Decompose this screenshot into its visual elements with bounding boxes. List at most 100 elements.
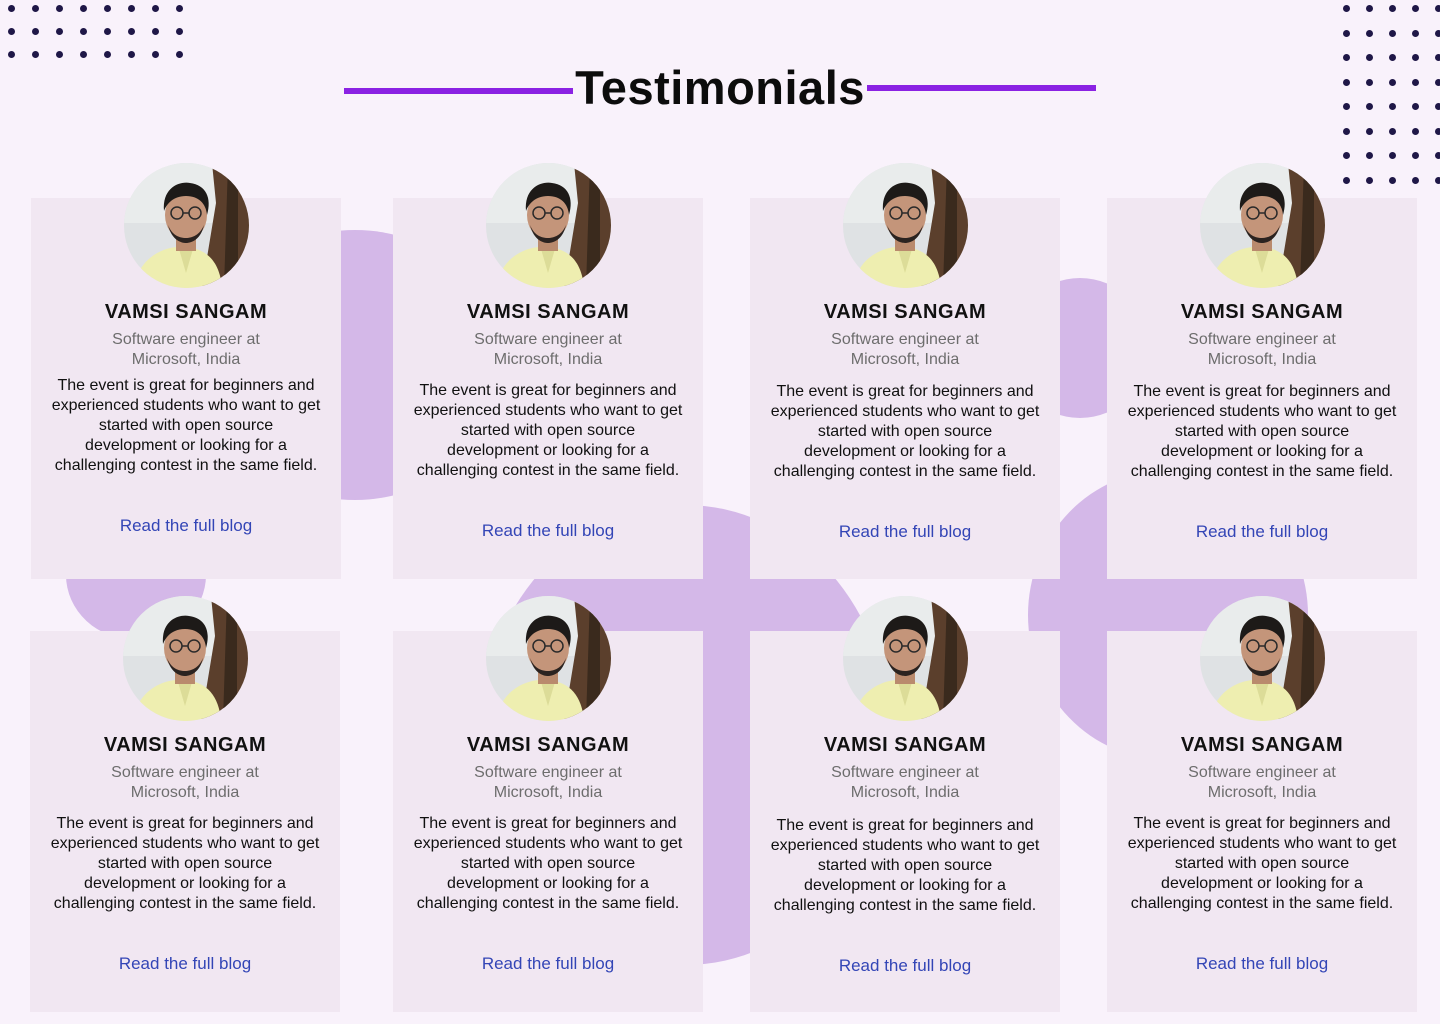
dot	[1366, 127, 1373, 135]
testimonial-card: VAMSI SANGAM Software engineer at Micros…	[393, 163, 703, 579]
dot	[152, 51, 159, 58]
avatar	[123, 596, 248, 721]
dot	[128, 5, 135, 12]
dot	[1412, 127, 1419, 135]
dot	[1435, 127, 1440, 135]
dot	[1343, 152, 1350, 159]
read-blog-link[interactable]: Read the full blog	[393, 521, 703, 541]
person-name: VAMSI SANGAM	[103, 734, 267, 756]
dot	[80, 51, 87, 58]
read-blog-link[interactable]: Read the full blog	[31, 516, 341, 536]
dot	[1389, 176, 1396, 184]
person-name: VAMSI SANGAM	[1180, 301, 1344, 323]
read-blog-link[interactable]: Read the full blog	[393, 954, 703, 974]
dot	[32, 51, 39, 58]
dot	[56, 28, 63, 35]
avatar	[486, 163, 611, 288]
dot	[1412, 5, 1419, 12]
read-blog-link[interactable]: Read the full blog	[750, 522, 1060, 542]
avatar	[843, 596, 968, 721]
testimonial-quote: The event is great for beginners and exp…	[51, 377, 321, 474]
dot	[1366, 29, 1373, 37]
person-role: Software engineer at Microsoft, India	[831, 331, 979, 368]
dot	[32, 28, 39, 35]
read-blog-link[interactable]: Read the full blog	[1107, 954, 1417, 974]
dot	[56, 5, 63, 12]
dot-pattern-top-left	[8, 5, 183, 58]
person-role: Software engineer at Microsoft, India	[111, 764, 259, 801]
dot	[1343, 176, 1350, 184]
dot	[176, 28, 183, 35]
dot	[8, 28, 15, 35]
title-rule-right	[867, 85, 1096, 91]
testimonial-quote: The event is great for beginners and exp…	[413, 382, 683, 479]
dot	[128, 51, 135, 58]
person-role: Software engineer at Microsoft, India	[474, 764, 622, 801]
avatar	[124, 163, 249, 288]
dot	[8, 51, 15, 58]
testimonial-quote: The event is great for beginners and exp…	[1127, 815, 1397, 912]
person-name: VAMSI SANGAM	[466, 301, 630, 323]
avatar	[1200, 596, 1325, 721]
dot	[104, 28, 111, 35]
person-name: VAMSI SANGAM	[823, 301, 987, 323]
testimonial-quote: The event is great for beginners and exp…	[50, 815, 320, 912]
person-role: Software engineer at Microsoft, India	[831, 764, 979, 801]
person-role: Software engineer at Microsoft, India	[474, 331, 622, 368]
dot	[1366, 176, 1373, 184]
dot	[128, 28, 135, 35]
dot	[1389, 29, 1396, 37]
testimonial-quote: The event is great for beginners and exp…	[770, 383, 1040, 480]
testimonial-quote: The event is great for beginners and exp…	[770, 817, 1040, 914]
dot	[176, 5, 183, 12]
avatar	[486, 596, 611, 721]
dot	[1412, 176, 1419, 184]
dot	[1366, 5, 1373, 12]
dot	[104, 5, 111, 12]
testimonial-card: VAMSI SANGAM Software engineer at Micros…	[31, 163, 341, 579]
testimonial-card: VAMSI SANGAM Software engineer at Micros…	[750, 596, 1060, 1012]
read-blog-link[interactable]: Read the full blog	[30, 954, 340, 974]
testimonial-card: VAMSI SANGAM Software engineer at Micros…	[393, 596, 703, 1012]
dot	[8, 5, 15, 12]
dot	[1366, 152, 1373, 159]
avatar	[1200, 163, 1325, 288]
testimonial-card: VAMSI SANGAM Software engineer at Micros…	[30, 596, 340, 1012]
dot	[32, 5, 39, 12]
person-name: VAMSI SANGAM	[466, 734, 630, 756]
page-title: Testimonials	[575, 61, 865, 114]
dot	[1343, 5, 1350, 12]
avatar	[843, 163, 968, 288]
person-name: VAMSI SANGAM	[1180, 734, 1344, 756]
dot	[1343, 127, 1350, 135]
person-role: Software engineer at Microsoft, India	[1188, 764, 1336, 801]
person-role: Software engineer at Microsoft, India	[112, 331, 260, 368]
dot	[176, 51, 183, 58]
dot	[1389, 152, 1396, 159]
dot	[104, 51, 111, 58]
testimonial-card: VAMSI SANGAM Software engineer at Micros…	[1107, 596, 1417, 1012]
dot	[80, 28, 87, 35]
dot	[1435, 5, 1440, 12]
dot	[80, 5, 87, 12]
testimonial-card: VAMSI SANGAM Software engineer at Micros…	[750, 163, 1060, 579]
dot	[1389, 127, 1396, 135]
section-header: Testimonials	[0, 58, 1440, 118]
testimonial-card: VAMSI SANGAM Software engineer at Micros…	[1107, 163, 1417, 579]
person-role: Software engineer at Microsoft, India	[1188, 331, 1336, 368]
read-blog-link[interactable]: Read the full blog	[750, 956, 1060, 976]
dot	[152, 5, 159, 12]
dot	[1412, 29, 1419, 37]
dot	[1389, 5, 1396, 12]
dot	[1435, 176, 1440, 184]
testimonial-quote: The event is great for beginners and exp…	[1127, 383, 1397, 480]
person-name: VAMSI SANGAM	[104, 301, 268, 323]
person-name: VAMSI SANGAM	[823, 734, 987, 756]
dot	[56, 51, 63, 58]
dot	[1343, 29, 1350, 37]
read-blog-link[interactable]: Read the full blog	[1107, 522, 1417, 542]
dot	[1412, 152, 1419, 159]
dot	[152, 28, 159, 35]
dot	[1435, 152, 1440, 159]
dot	[1435, 29, 1440, 37]
